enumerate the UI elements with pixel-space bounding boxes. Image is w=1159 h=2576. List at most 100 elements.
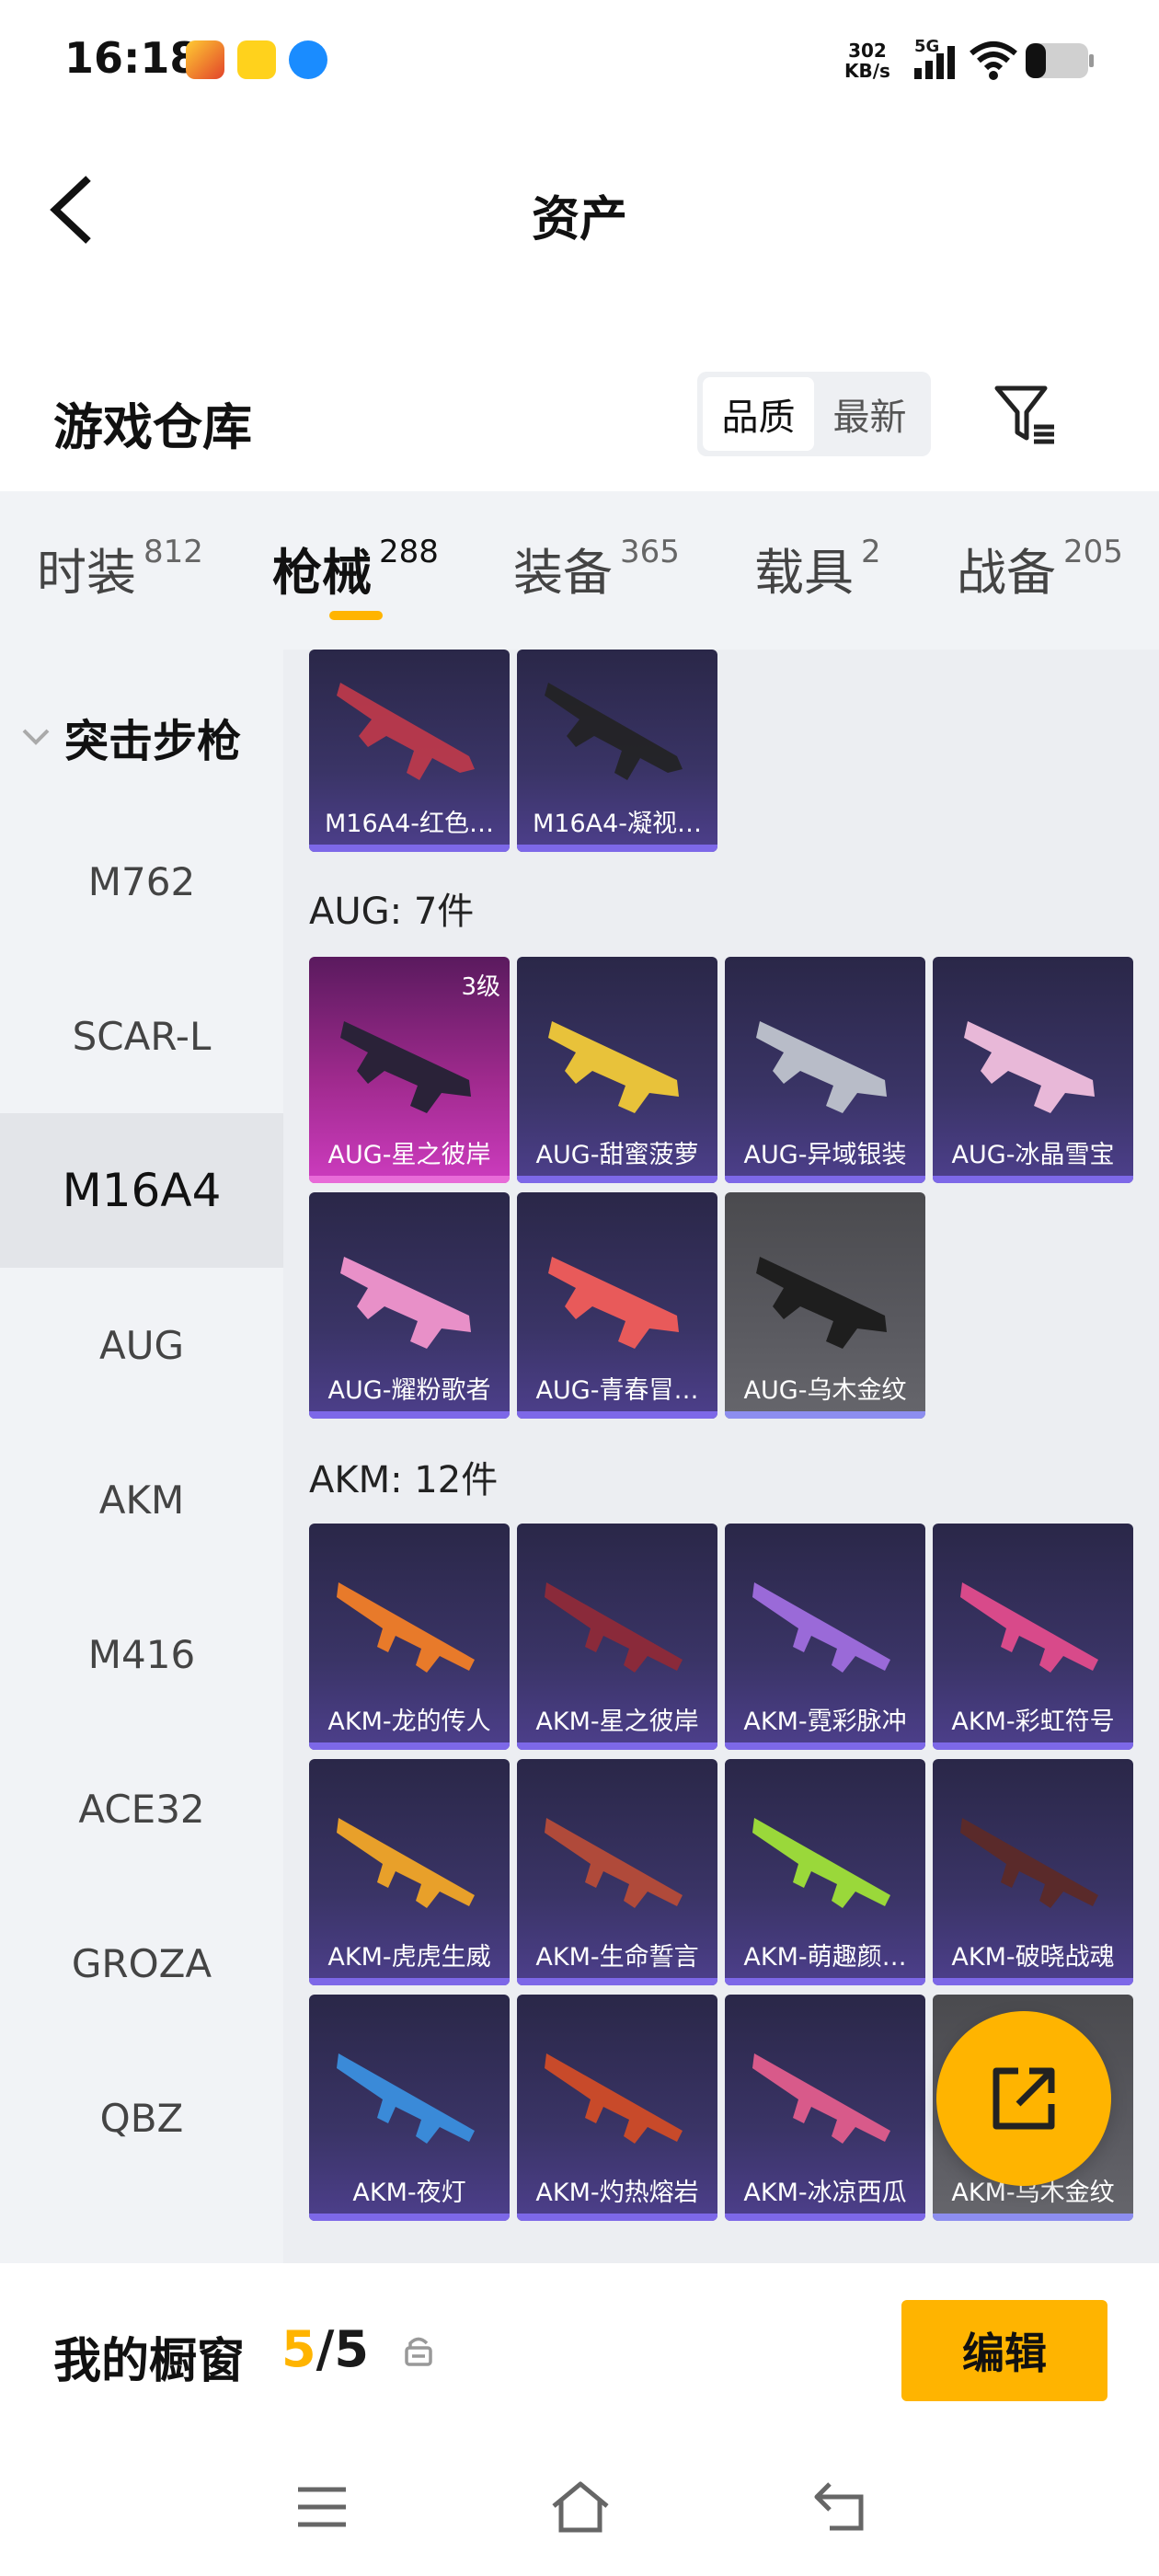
rifle-icon	[545, 2053, 683, 2144]
rifle-icon	[337, 2053, 475, 2144]
rifle-icon	[340, 1021, 471, 1113]
tab-vehicles[interactable]: 载具 2	[754, 532, 881, 604]
item-label: AKM-霓彩脉冲	[743, 1708, 907, 1736]
item-card[interactable]: AUG-异域银装	[725, 957, 925, 1183]
speed-unit: KB/s	[844, 60, 890, 82]
item-label: M16A4-红色…	[324, 810, 495, 838]
tab-count: 812	[143, 534, 203, 570]
sidebar-item-m762[interactable]: M762	[0, 804, 283, 959]
item-card[interactable]: AUG-冰晶雪宝	[933, 957, 1133, 1183]
sort-quality-button[interactable]: 品质	[703, 377, 814, 451]
item-label: AKM-冰凉西瓜	[743, 2179, 907, 2207]
rifle-icon	[752, 1818, 890, 1908]
item-label: AUG-青春冒…	[535, 1376, 699, 1405]
section-title-aug: AUG: 7件	[309, 891, 475, 933]
page-title: 资产	[531, 192, 627, 247]
item-label: AUG-甜蜜菠萝	[535, 1141, 699, 1169]
item-card[interactable]: AKM-龙的传人	[309, 1524, 510, 1750]
share-button[interactable]	[936, 2011, 1111, 2186]
filter-icon[interactable]	[992, 381, 1058, 447]
item-card[interactable]: AKM-虎虎生威	[309, 1759, 510, 1985]
item-card[interactable]: AKM-夜灯	[309, 1995, 510, 2221]
sidebar-group-assault-rifles[interactable]: 突击步枪	[20, 705, 241, 769]
showcase-count-total: 5	[334, 2320, 369, 2378]
warehouse-title: 游戏仓库	[53, 398, 252, 456]
battery-icon	[1026, 43, 1094, 78]
showcase-count: 5/5	[281, 2320, 369, 2378]
item-card[interactable]: AUG-耀粉歌者	[309, 1192, 510, 1419]
sort-toggle: 品质 最新	[697, 372, 931, 456]
rifle-icon	[545, 683, 683, 780]
sidebar-item-m416[interactable]: M416	[0, 1577, 283, 1731]
tab-label: 时装	[37, 544, 136, 602]
tab-equipment[interactable]: 装备 365	[513, 532, 680, 604]
category-tabs: 时装 812 枪械 288 装备 365 载具 2 战备 205	[0, 491, 1159, 650]
tab-count: 365	[620, 534, 680, 570]
item-label: AUG-乌木金纹	[743, 1376, 907, 1405]
edit-button[interactable]: 编辑	[901, 2300, 1107, 2401]
item-label: AKM-萌趣颜…	[743, 1943, 907, 1972]
item-card[interactable]: AKM-彩虹符号	[933, 1524, 1133, 1750]
level-badge: 3级	[461, 973, 500, 1001]
weapon-sidebar: 突击步枪 M762 SCAR-L M16A4 AUG AKM M416 ACE3…	[0, 650, 283, 2263]
sidebar-item-aug[interactable]: AUG	[0, 1268, 283, 1422]
item-card[interactable]: M16A4-凝视…	[517, 650, 717, 852]
status-bar: 16:18 302 KB/s 5G	[0, 0, 1159, 125]
item-card[interactable]: AKM-灼热熔岩	[517, 1995, 717, 2221]
tab-label: 载具	[754, 544, 854, 602]
sidebar-group-label: 突击步枪	[64, 716, 242, 767]
rifle-icon	[337, 1582, 475, 1673]
rifle-icon	[545, 1818, 683, 1908]
tab-count: 205	[1063, 534, 1123, 570]
item-card[interactable]: AUG-甜蜜菠萝	[517, 957, 717, 1183]
item-label: AKM-灼热熔岩	[535, 2179, 699, 2207]
sidebar-item-scar-l[interactable]: SCAR-L	[0, 959, 283, 1113]
lock-icon[interactable]	[403, 2335, 434, 2366]
item-card[interactable]: AKM-破晓战魂	[933, 1759, 1133, 1985]
tab-supplies[interactable]: 战备 205	[957, 532, 1123, 604]
showcase-count-current: 5	[281, 2320, 316, 2378]
item-label: AUG-异域银装	[743, 1141, 907, 1169]
menu-icon[interactable]	[294, 2484, 350, 2530]
item-label: AKM-彩虹符号	[951, 1708, 1115, 1736]
item-card[interactable]: AKM-冰凉西瓜	[725, 1995, 925, 2221]
rifle-icon	[752, 2053, 890, 2144]
item-label: AUG-耀粉歌者	[327, 1376, 491, 1405]
tab-count: 288	[379, 534, 439, 570]
sidebar-item-ace32[interactable]: ACE32	[0, 1731, 283, 1886]
rifle-icon	[548, 1257, 679, 1349]
item-label: AKM-虎虎生威	[327, 1943, 491, 1972]
active-tab-indicator	[329, 611, 383, 620]
status-time: 16:18	[64, 33, 200, 83]
sort-newest-button[interactable]: 最新	[814, 377, 925, 451]
item-card[interactable]: AUG-乌木金纹	[725, 1192, 925, 1419]
sidebar-item-qbz[interactable]: QBZ	[0, 2041, 283, 2195]
home-icon[interactable]	[548, 2478, 613, 2534]
item-card[interactable]: AUG-青春冒…	[517, 1192, 717, 1419]
rifle-icon	[337, 683, 475, 780]
item-card[interactable]: AKM-生命誓言	[517, 1759, 717, 1985]
item-label: AKM-生命誓言	[535, 1943, 699, 1972]
app-notification-icon	[237, 40, 276, 79]
rifle-icon	[545, 1582, 683, 1673]
item-card[interactable]: M16A4-红色…	[309, 650, 510, 852]
rifle-icon	[960, 1582, 1098, 1673]
sidebar-item-groza[interactable]: GROZA	[0, 1886, 283, 2041]
item-card[interactable]: 3级 AUG-星之彼岸	[309, 957, 510, 1183]
back-gesture-icon[interactable]	[809, 2478, 870, 2534]
app-header: 资产	[0, 125, 1159, 300]
rifle-icon	[756, 1021, 887, 1113]
item-card[interactable]: AKM-霓彩脉冲	[725, 1524, 925, 1750]
tab-firearms[interactable]: 枪械 288	[272, 532, 439, 604]
tab-fashion[interactable]: 时装 812	[37, 532, 203, 604]
showcase-count-separator: /	[316, 2320, 335, 2378]
rifle-icon	[752, 1582, 890, 1673]
showcase-label: 我的橱窗	[53, 2334, 246, 2389]
item-label: AUG-星之彼岸	[327, 1141, 491, 1169]
item-card[interactable]: AKM-萌趣颜…	[725, 1759, 925, 1985]
item-card[interactable]: AKM-星之彼岸	[517, 1524, 717, 1750]
sidebar-item-akm[interactable]: AKM	[0, 1422, 283, 1577]
tab-label: 枪械	[272, 544, 372, 602]
tab-label: 战备	[957, 544, 1056, 602]
sidebar-item-m16a4[interactable]: M16A4	[0, 1113, 283, 1268]
